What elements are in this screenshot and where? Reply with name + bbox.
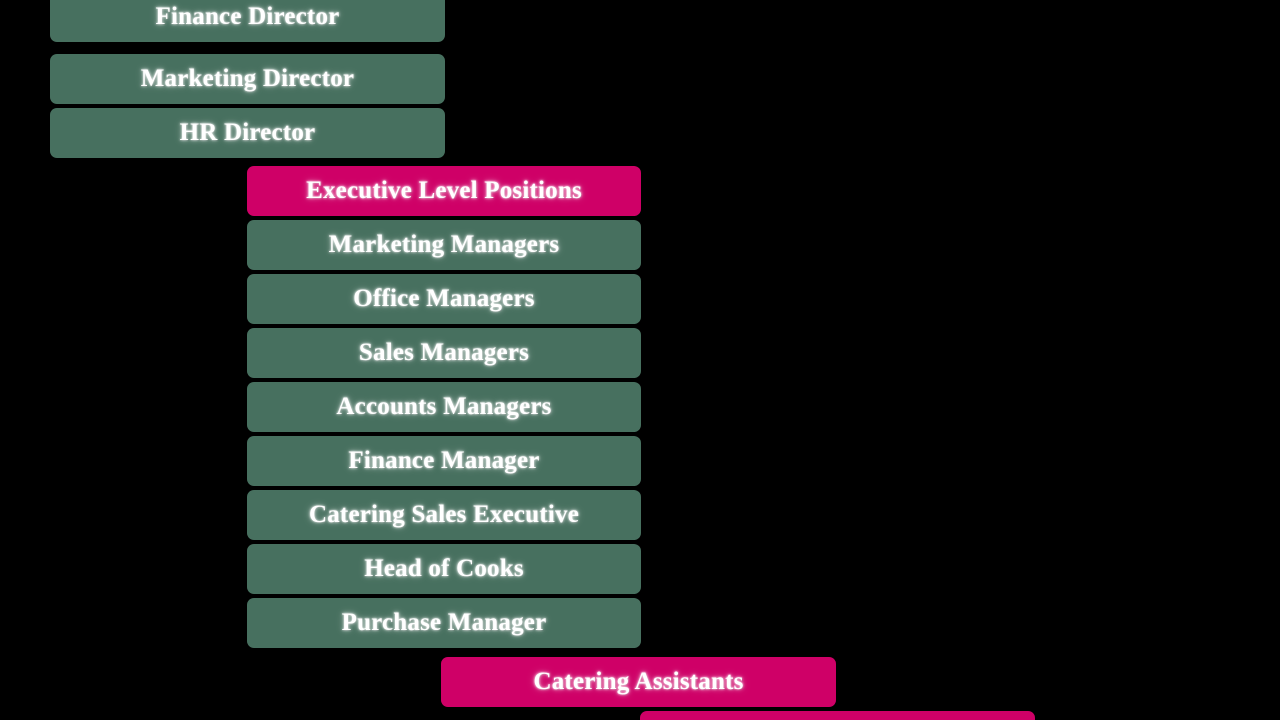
org-node-label: Executive Level Positions [306, 177, 582, 205]
org-node[interactable]: Office Managers [247, 274, 641, 324]
org-node-label: Accounts Managers [336, 393, 552, 421]
org-chart-canvas: Finance Director Marketing Director HR Dir… [0, 0, 1280, 720]
org-node-label: HR Director [179, 119, 316, 147]
org-node-label: Catering Sales Executive [308, 501, 580, 529]
org-node[interactable]: Head of Cooks [247, 544, 641, 594]
org-node[interactable]: Marketing Managers [247, 220, 641, 270]
org-node[interactable]: Finance Director [50, 0, 445, 42]
org-node[interactable]: Executive Level Positions [247, 166, 641, 216]
org-node-label: Finance Director [155, 3, 340, 31]
org-node-label: Marketing Managers [328, 231, 560, 259]
org-node[interactable]: Catering Assistants [441, 657, 836, 707]
org-node[interactable]: Finance Manager [247, 436, 641, 486]
org-node[interactable]: HR Director [50, 108, 445, 158]
org-node-label: Head of Cooks [364, 555, 524, 583]
org-node-label: Catering Assistants [533, 668, 744, 696]
org-node[interactable]: Accounts Managers [247, 382, 641, 432]
org-node[interactable] [640, 711, 1035, 720]
org-node-label: Office Managers [353, 285, 535, 313]
org-node[interactable]: Sales Managers [247, 328, 641, 378]
org-node-label: Sales Managers [358, 339, 530, 367]
org-node-label: Marketing Director [140, 65, 355, 93]
org-node-label: Purchase Manager [341, 609, 547, 637]
org-node[interactable]: Catering Sales Executive [247, 490, 641, 540]
org-node[interactable]: Marketing Director [50, 54, 445, 104]
org-node-label: Finance Manager [348, 447, 540, 475]
org-node[interactable]: Purchase Manager [247, 598, 641, 648]
